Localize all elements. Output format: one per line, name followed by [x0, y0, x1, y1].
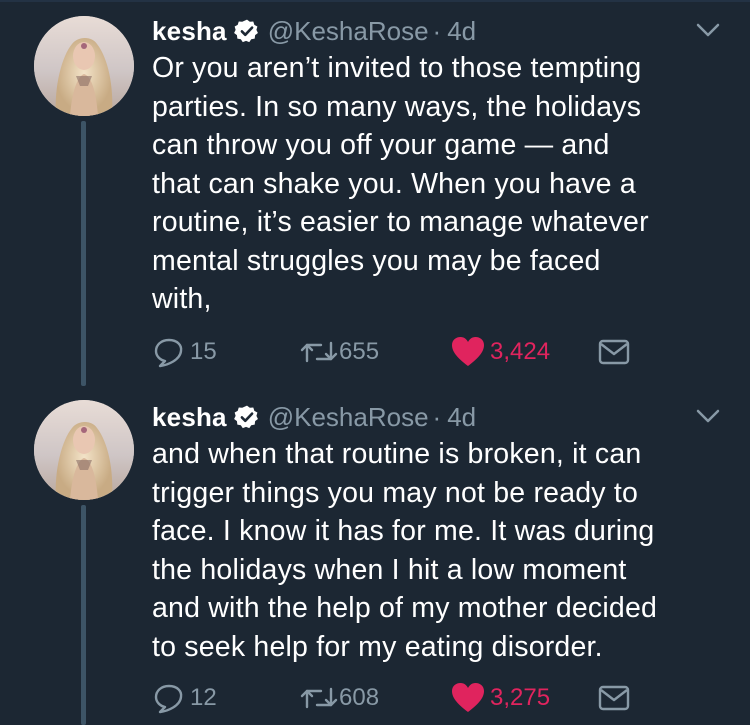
retweet-count: 608 — [339, 684, 380, 711]
tweet-text-line: routine, it’s easier to manage whatever — [152, 206, 649, 238]
tweet-text-line: can throw you off your game — and — [152, 129, 610, 161]
avatar-image — [34, 16, 134, 116]
retweet-icon — [300, 341, 338, 363]
thread-line — [81, 121, 86, 386]
reply-button[interactable]: 12 — [152, 680, 217, 716]
avatar[interactable] — [34, 16, 134, 116]
direct-message-button[interactable] — [598, 334, 630, 370]
heart-icon — [452, 683, 484, 712]
tweet-text-line: the holidays when I hit a low moment — [152, 553, 627, 586]
like-count: 3,275 — [490, 684, 551, 711]
tweet-text-line: and with the help of my mother decided — [152, 592, 658, 624]
retweet-button[interactable]: 655 — [299, 334, 379, 370]
tweet-actions: 12 608 3,275 — [152, 680, 652, 716]
tweet-text-line: face. I know it has for me. It was durin… — [152, 515, 655, 547]
verified-icon — [233, 405, 258, 429]
reply-button[interactable]: 15 — [152, 334, 217, 370]
retweet-icon — [300, 687, 338, 709]
like-count: 3,424 — [490, 338, 551, 365]
reply-icon — [154, 338, 183, 368]
tweet-header: kesha @KeshaRose · 4d — [152, 14, 476, 48]
separator-dot: · — [432, 15, 442, 46]
like-button[interactable]: 3,424 — [450, 334, 550, 370]
avatar[interactable] — [34, 400, 134, 500]
thread-line — [81, 505, 86, 725]
separator-dot: · — [432, 401, 442, 432]
chevron-down-icon[interactable] — [693, 404, 723, 428]
timestamp[interactable]: 4d — [447, 16, 476, 47]
tweet-text-line: Or you aren’t invited to those tempting — [152, 52, 642, 84]
heart-icon — [452, 337, 484, 366]
chevron-down-icon[interactable] — [693, 18, 723, 42]
tweet-text-line: mental struggles you may be faced — [152, 244, 601, 277]
tweet-text: Or you aren’t invited to those tempting … — [152, 49, 732, 319]
tweet[interactable]: kesha @KeshaRose · 4d Or you aren’t invi… — [0, 8, 750, 388]
handle[interactable]: @KeshaRose — [268, 16, 429, 47]
display-name[interactable]: kesha — [152, 16, 227, 47]
avatar-image — [34, 400, 134, 500]
tweet-actions: 15 655 3,424 — [152, 334, 652, 370]
tweet[interactable]: kesha @KeshaRose · 4d and when that rout… — [0, 394, 750, 725]
tweet-text-line: with, — [152, 283, 212, 315]
retweet-button[interactable]: 608 — [299, 680, 379, 716]
handle[interactable]: @KeshaRose — [268, 402, 429, 433]
display-name[interactable]: kesha — [152, 402, 227, 433]
like-button[interactable]: 3,275 — [450, 680, 550, 716]
tweet-text-line: and when that routine is broken, it can — [152, 438, 642, 470]
mail-icon — [598, 339, 630, 365]
verified-icon — [233, 19, 258, 43]
mail-icon — [598, 685, 630, 711]
tweet-text-line: that can shake you. When you have a — [152, 167, 636, 200]
reply-icon — [154, 684, 183, 714]
tweet-text-line: parties. In so many ways, the holidays — [152, 90, 642, 123]
top-divider — [0, 0, 750, 2]
reply-count: 15 — [190, 338, 217, 365]
tweet-header: kesha @KeshaRose · 4d — [152, 400, 476, 434]
tweet-text: and when that routine is broken, it can … — [152, 435, 732, 666]
timestamp[interactable]: 4d — [447, 402, 476, 433]
reply-count: 12 — [190, 684, 217, 711]
retweet-count: 655 — [339, 338, 380, 365]
direct-message-button[interactable] — [598, 680, 630, 716]
tweet-text-line: trigger things you may not be ready to — [152, 476, 639, 509]
tweet-text-line: to seek help for my eating disorder. — [152, 630, 603, 663]
